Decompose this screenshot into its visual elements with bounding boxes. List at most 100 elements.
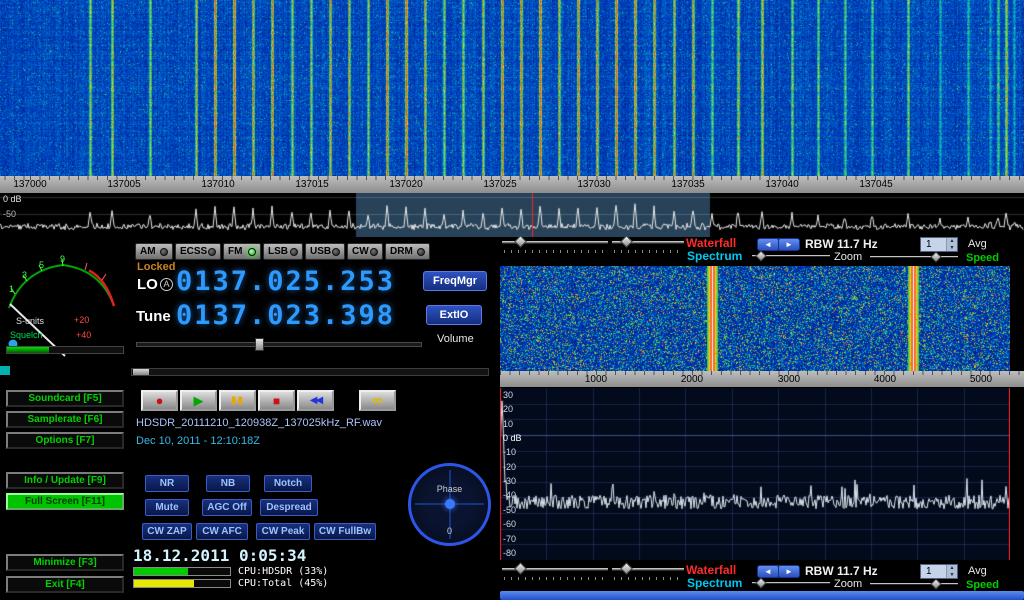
- tune-label: Tune: [136, 308, 171, 325]
- lo-frequency-display[interactable]: 0137.025.253: [176, 266, 395, 297]
- mode-ecss-button[interactable]: ECSS: [175, 243, 221, 260]
- stop-button[interactable]: ■: [258, 390, 295, 411]
- rx-frequency-ruler[interactable]: 1000 2000 3000 4000 5000: [500, 371, 1024, 387]
- ruler-label: 137025: [483, 179, 516, 190]
- zoom-label-bottom: Zoom: [834, 578, 862, 590]
- pause-button[interactable]: ▮▮: [219, 390, 256, 411]
- spinner-icon[interactable]: ▲ ▼: [946, 238, 957, 251]
- info-update-button[interactable]: Info / Update [F9]: [6, 472, 124, 489]
- band-shift-arrows-bottom[interactable]: ◄ ►: [757, 565, 800, 578]
- mode-fm-button[interactable]: FM: [223, 243, 261, 260]
- mode-usb-button[interactable]: USB: [305, 243, 345, 260]
- mode-cw-button[interactable]: CW: [347, 243, 383, 260]
- mode-lsb-button[interactable]: LSB: [263, 243, 303, 260]
- rx-ruler-label: 4000: [874, 374, 896, 385]
- avg-dropdown-bottom[interactable]: 1 ▲ ▼: [920, 564, 958, 579]
- recording-filename: HDSDR_20111210_120938Z_137025kHz_RF.wav: [136, 417, 382, 429]
- slider-thumb[interactable]: [930, 578, 941, 589]
- volume-slider[interactable]: [136, 342, 422, 347]
- ruler-label: 137005: [107, 179, 140, 190]
- shift-left-icon[interactable]: ◄: [758, 566, 778, 577]
- band-shift-arrows-top[interactable]: ◄ ►: [757, 238, 800, 251]
- mute-button[interactable]: Mute: [145, 499, 189, 516]
- rewind-button[interactable]: ◀◀: [297, 390, 334, 411]
- ruler-label: 137015: [295, 179, 328, 190]
- shift-left-icon[interactable]: ◄: [758, 239, 778, 250]
- main-waterfall-display[interactable]: [0, 0, 1024, 176]
- speed-slider-top[interactable]: [870, 253, 958, 265]
- rx-ruler-label: 2000: [681, 374, 703, 385]
- hdsdr-window: 137000 137005 137010 137015 137020 13702…: [0, 0, 1024, 600]
- avg-dropdown-top[interactable]: 1 ▲ ▼: [920, 237, 958, 252]
- record-button[interactable]: ●: [141, 390, 178, 411]
- waterfall-lower-slider-bottom[interactable]: [612, 564, 684, 581]
- freqmgr-button[interactable]: FreqMgr: [423, 271, 487, 291]
- slider-thumb[interactable]: [620, 235, 633, 248]
- db-label: -60: [503, 519, 516, 529]
- lo-lock-badge-icon[interactable]: A: [160, 278, 173, 291]
- waterfall-upper-slider-top[interactable]: [502, 237, 608, 254]
- minimize-button[interactable]: Minimize [F3]: [6, 554, 124, 571]
- spectrum-label-top[interactable]: Spectrum: [687, 249, 742, 263]
- spectrum-label-bottom[interactable]: Spectrum: [687, 576, 742, 590]
- volume-slider-thumb[interactable]: [255, 338, 264, 351]
- waterfall-lower-slider-top[interactable]: [612, 237, 684, 254]
- rx-ruler-label: 1000: [585, 374, 607, 385]
- extio-button[interactable]: ExtIO: [426, 305, 482, 325]
- tune-bar-slider[interactable]: [131, 368, 489, 376]
- s-meter-tick-label: 9: [60, 254, 65, 264]
- nr-button[interactable]: NR: [145, 475, 189, 492]
- waterfall-upper-slider-bottom[interactable]: [502, 564, 608, 581]
- frequency-ruler[interactable]: 137000 137005 137010 137015 137020 13702…: [0, 176, 1024, 193]
- samplerate-button[interactable]: Samplerate [F6]: [6, 411, 124, 428]
- s-meter-tick-label: 5: [39, 260, 44, 270]
- bandwidth-bar[interactable]: [500, 591, 1024, 600]
- despread-button[interactable]: Despread: [260, 499, 318, 516]
- spinner-icon[interactable]: ▲ ▼: [946, 565, 957, 578]
- squelch-slider[interactable]: [6, 346, 124, 354]
- phase-value: 0: [411, 526, 488, 536]
- slider-thumb[interactable]: [514, 562, 527, 575]
- options-button[interactable]: Options [F7]: [6, 432, 124, 449]
- cw-zap-button[interactable]: CW ZAP: [142, 523, 192, 540]
- locked-label: Locked: [137, 261, 176, 273]
- nb-button[interactable]: NB: [206, 475, 250, 492]
- mode-drm-button[interactable]: DRM: [385, 243, 430, 260]
- play-icon: ▶: [194, 393, 204, 409]
- slider-thumb[interactable]: [930, 251, 941, 262]
- slider-thumb[interactable]: [620, 562, 633, 575]
- notch-button[interactable]: Notch: [264, 475, 312, 492]
- main-spectrum-display[interactable]: [0, 193, 1024, 237]
- shift-right-icon[interactable]: ►: [779, 239, 799, 250]
- db-label: -10: [503, 447, 516, 457]
- rx-waterfall-display[interactable]: [500, 266, 1010, 371]
- cpu-total-bar: [134, 580, 194, 587]
- shift-right-icon[interactable]: ►: [779, 566, 799, 577]
- slider-thumb[interactable]: [755, 250, 766, 261]
- waterfall-label-top[interactable]: Waterfall: [686, 236, 736, 250]
- tune-bar-thumb[interactable]: [133, 369, 149, 375]
- rx-spectrum-display[interactable]: [500, 388, 1010, 560]
- play-button[interactable]: ▶: [180, 390, 217, 411]
- exit-button[interactable]: Exit [F4]: [6, 576, 124, 593]
- fullscreen-button[interactable]: Full Screen [F11]: [6, 493, 124, 510]
- db-label: 0 dB: [503, 433, 522, 443]
- s-meter-plus20-label: +20: [74, 315, 89, 325]
- cw-afc-button[interactable]: CW AFC: [196, 523, 248, 540]
- waterfall-label-bottom[interactable]: Waterfall: [686, 563, 736, 577]
- slider-thumb[interactable]: [514, 235, 527, 248]
- cw-fullbw-button[interactable]: CW FullBw: [314, 523, 376, 540]
- loop-button[interactable]: ∞: [359, 390, 396, 411]
- slider-thumb[interactable]: [755, 577, 766, 588]
- zoom-slider-bottom[interactable]: [752, 579, 830, 591]
- avg-label-top: Avg: [968, 238, 987, 250]
- rx-ruler-label: 3000: [778, 374, 800, 385]
- spectrum-db-top-label: 0 dB: [3, 194, 22, 204]
- tune-frequency-display[interactable]: 0137.023.398: [176, 300, 395, 331]
- zoom-slider-top[interactable]: [752, 252, 830, 264]
- soundcard-button[interactable]: Soundcard [F5]: [6, 390, 124, 407]
- cw-peak-button[interactable]: CW Peak: [256, 523, 310, 540]
- cw-led-icon: [370, 248, 378, 256]
- agc-button[interactable]: AGC Off: [202, 499, 252, 516]
- mode-am-button[interactable]: AM: [135, 243, 173, 260]
